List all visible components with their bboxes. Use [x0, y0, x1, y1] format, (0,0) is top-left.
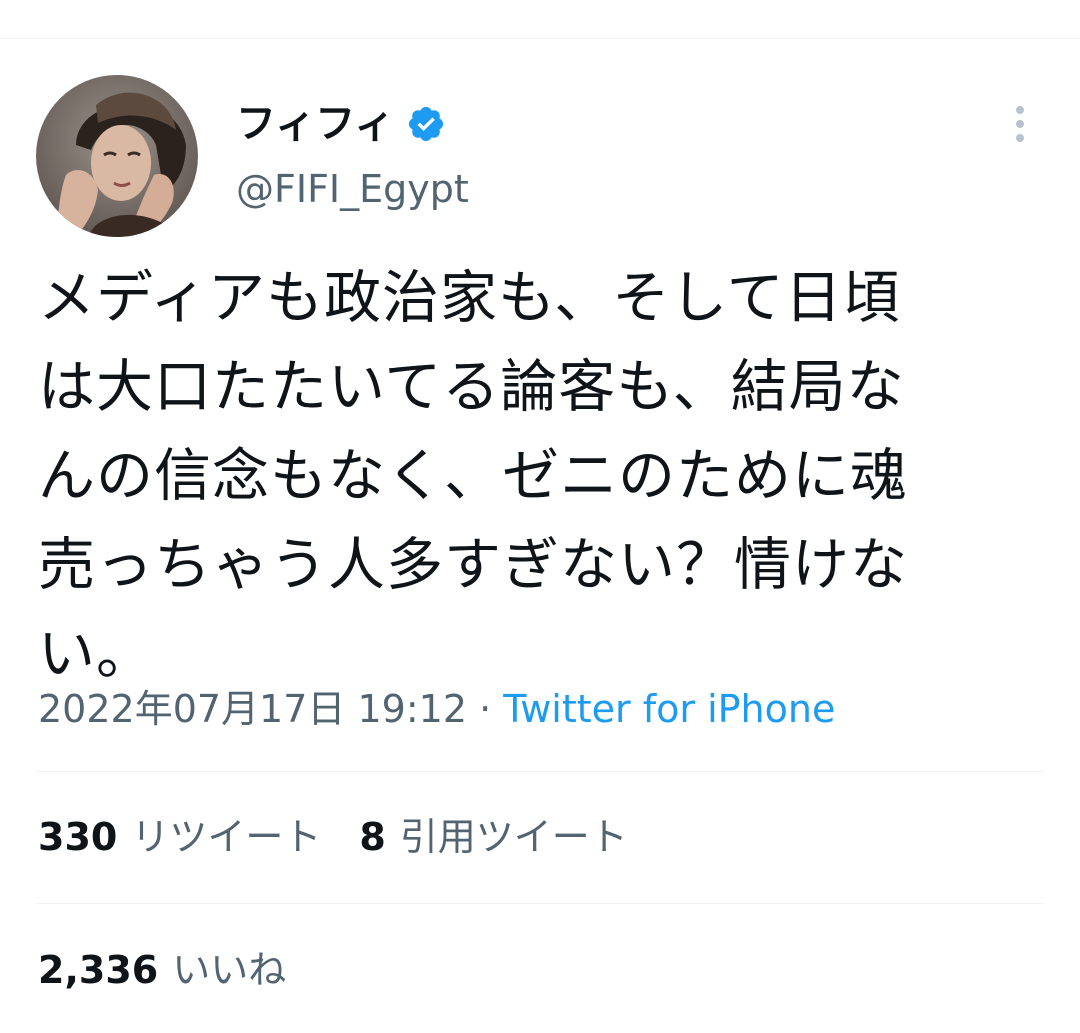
retweets-count: 330	[38, 815, 118, 859]
more-options-button[interactable]	[1004, 100, 1036, 148]
engagement-stats-row: 330 リツイート 8 引用ツイート	[38, 814, 628, 860]
more-vertical-icon-dot	[1016, 134, 1024, 142]
author-display-name[interactable]: フィフィ	[236, 100, 394, 148]
more-vertical-icon	[1016, 106, 1024, 114]
avatar-photo	[36, 75, 198, 237]
verified-badge-icon	[409, 106, 444, 142]
likes-label: いいね	[172, 948, 287, 992]
author-name-row: フィフィ	[236, 100, 446, 148]
top-divider	[0, 38, 1080, 39]
avatar[interactable]	[36, 75, 198, 237]
tweet-text: メディアも政治家も、そして日頃 は大口たたいてる論客も、結局な んの信念もなく、…	[38, 265, 908, 687]
likes-count: 2,336	[38, 948, 159, 992]
author-handle[interactable]: @FIFI_Egypt	[236, 166, 469, 212]
retweets-stat[interactable]: 330 リツイート	[38, 814, 321, 860]
divider	[36, 903, 1044, 904]
likes-stat[interactable]: 2,336 いいね	[38, 947, 286, 993]
divider	[36, 771, 1044, 772]
tweet-meta: 2022年07月17日 19:12 · Twitter for iPhone	[38, 686, 835, 732]
quotes-label: 引用ツイート	[399, 815, 628, 859]
quotes-count: 8	[359, 815, 386, 859]
tweet-source-link[interactable]: Twitter for iPhone	[503, 687, 835, 731]
more-vertical-icon-dot	[1016, 120, 1024, 128]
meta-separator: ·	[479, 687, 492, 731]
likes-stats-row: 2,336 いいね	[38, 947, 286, 993]
retweets-label: リツイート	[131, 815, 322, 859]
quotes-stat[interactable]: 8 引用ツイート	[359, 814, 627, 860]
tweet-timestamp[interactable]: 2022年07月17日 19:12	[38, 687, 467, 731]
